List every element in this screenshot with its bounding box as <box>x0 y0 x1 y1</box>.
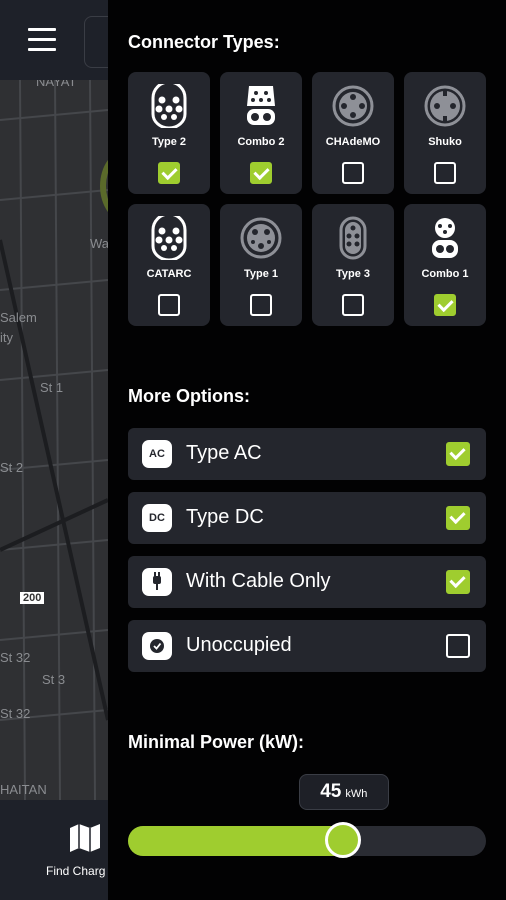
option-type-dc[interactable]: DC Type DC <box>128 492 486 544</box>
connector-checkbox[interactable] <box>434 294 456 316</box>
more-options-title: More Options: <box>128 386 250 406</box>
connector-combo1[interactable]: Combo 1 <box>404 204 486 326</box>
power-unit: kWh <box>345 788 368 800</box>
connector-checkbox[interactable] <box>158 162 180 184</box>
check-circle-icon <box>142 632 172 660</box>
connector-label: Type 3 <box>335 268 371 280</box>
connector-combo2[interactable]: Combo 2 <box>220 72 302 194</box>
map-label: Salem <box>0 310 37 325</box>
map-label: St 1 <box>40 380 64 395</box>
combo2-connector-icon <box>247 86 275 125</box>
connector-label: CATARC <box>146 268 192 280</box>
combo1-connector-icon <box>432 218 458 258</box>
power-slider-thumb[interactable] <box>324 822 361 858</box>
connector-label: CHAdeMO <box>325 136 381 148</box>
option-checkbox[interactable] <box>446 634 470 658</box>
connector-checkbox[interactable] <box>342 294 364 316</box>
connector-label: Type 1 <box>243 268 279 280</box>
connector-label: Type 2 <box>151 136 187 148</box>
map-icon[interactable] <box>68 822 102 852</box>
map-label: NAYAT <box>36 80 77 89</box>
catarc-connector-icon <box>151 216 187 260</box>
connector-checkbox[interactable] <box>250 162 272 184</box>
power-slider-fill <box>128 826 343 856</box>
app-top-bar <box>0 0 126 80</box>
shuko-connector-icon <box>424 85 466 127</box>
connector-checkbox[interactable] <box>434 162 456 184</box>
option-unoccupied[interactable]: Unoccupied <box>128 620 486 672</box>
connector-shuko[interactable]: Shuko <box>404 72 486 194</box>
map-label: St 3 <box>42 672 66 687</box>
road-shield: 200 <box>20 592 45 604</box>
filter-panel: Connector Types: Type 2 Combo 2 CHAdeMO … <box>108 0 506 900</box>
option-type-ac[interactable]: AC Type AC <box>128 428 486 480</box>
type3-connector-icon <box>339 216 367 260</box>
connector-label: Combo 1 <box>421 268 469 280</box>
option-checkbox[interactable] <box>446 442 470 466</box>
connector-checkbox[interactable] <box>250 294 272 316</box>
connector-label: Combo 2 <box>237 136 285 148</box>
connector-types-title: Connector Types: <box>128 32 280 52</box>
connector-chademo[interactable]: CHAdeMO <box>312 72 394 194</box>
connector-catarc[interactable]: CATARC <box>128 204 210 326</box>
connector-checkbox[interactable] <box>342 162 364 184</box>
type2-connector-icon <box>151 84 187 128</box>
minimal-power-title: Minimal Power (kW): <box>128 732 305 752</box>
connector-checkbox[interactable] <box>158 294 180 316</box>
nav-find-chargers[interactable]: Find Charg <box>46 864 105 878</box>
map-label: St 32 <box>0 706 31 721</box>
map-label: St 2 <box>0 460 24 475</box>
map-label: HAITAN <box>0 782 47 797</box>
chademo-connector-icon <box>332 85 374 127</box>
type1-connector-icon <box>240 217 282 259</box>
option-label: Type DC <box>186 506 264 528</box>
connector-type3[interactable]: Type 3 <box>312 204 394 326</box>
connector-type2[interactable]: Type 2 <box>128 72 210 194</box>
option-label: Type AC <box>186 442 262 464</box>
plug-icon <box>142 568 172 596</box>
map-label: Wa <box>90 236 108 251</box>
menu-icon[interactable] <box>28 28 56 52</box>
map-label: ity <box>0 330 13 345</box>
option-checkbox[interactable] <box>446 506 470 530</box>
option-label: Unoccupied <box>186 634 292 656</box>
option-with-cable[interactable]: With Cable Only <box>128 556 486 608</box>
power-value: 45 <box>320 781 342 802</box>
connector-label: Shuko <box>428 136 462 148</box>
map-view[interactable]: NAYAT Wa Salem ity St 1 St 2 200 St 32 S… <box>0 80 108 800</box>
dc-badge: DC <box>142 504 172 532</box>
power-value-tooltip: 45 kWh <box>298 774 389 810</box>
option-label: With Cable Only <box>186 570 331 592</box>
connector-type1[interactable]: Type 1 <box>220 204 302 326</box>
map-label: St 32 <box>0 650 31 665</box>
option-checkbox[interactable] <box>446 570 470 594</box>
ac-badge: AC <box>142 440 172 468</box>
